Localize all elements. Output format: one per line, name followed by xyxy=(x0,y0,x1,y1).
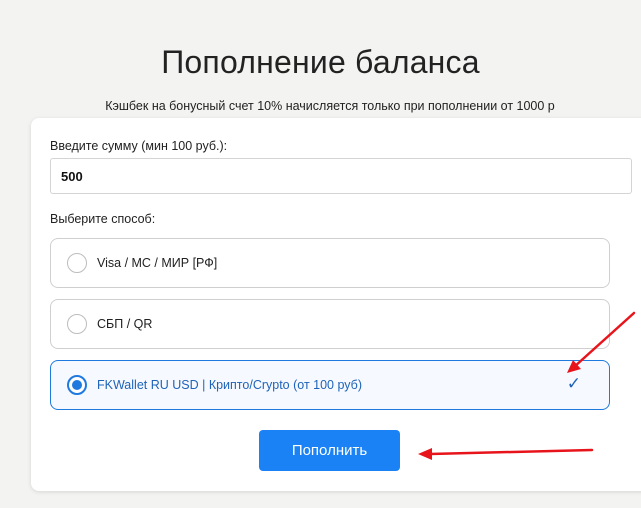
payment-option-visa-mc-mir[interactable]: Visa / MC / МИР [РФ] xyxy=(50,238,610,288)
payment-option-label: FKWallet RU USD | Крипто/Crypto (от 100 … xyxy=(97,378,362,392)
checkmark-icon: ✓ xyxy=(566,374,581,393)
radio-button[interactable] xyxy=(67,253,87,273)
page-title: Пополнение баланса xyxy=(161,44,480,80)
submit-topup-button[interactable]: Пополнить xyxy=(259,430,400,471)
payment-option-sbp-qr[interactable]: СБП / QR xyxy=(50,299,610,349)
payment-option-label: Visa / MC / МИР [РФ] xyxy=(97,256,218,270)
topup-form-card: Введите сумму (мин 100 руб.): Выберите с… xyxy=(31,118,641,491)
amount-label: Введите сумму (мин 100 руб.): xyxy=(50,139,228,153)
cashback-note: Кэшбек на бонусный счет 10% начисляется … xyxy=(105,99,555,113)
amount-input[interactable] xyxy=(50,158,632,194)
payment-option-label: СБП / QR xyxy=(97,317,153,331)
radio-button-selected[interactable] xyxy=(67,375,87,395)
method-label: Выберите способ: xyxy=(50,212,156,226)
payment-option-fkwallet[interactable]: FKWallet RU USD | Крипто/Crypto (от 100 … xyxy=(50,360,610,410)
radio-button[interactable] xyxy=(67,314,87,334)
